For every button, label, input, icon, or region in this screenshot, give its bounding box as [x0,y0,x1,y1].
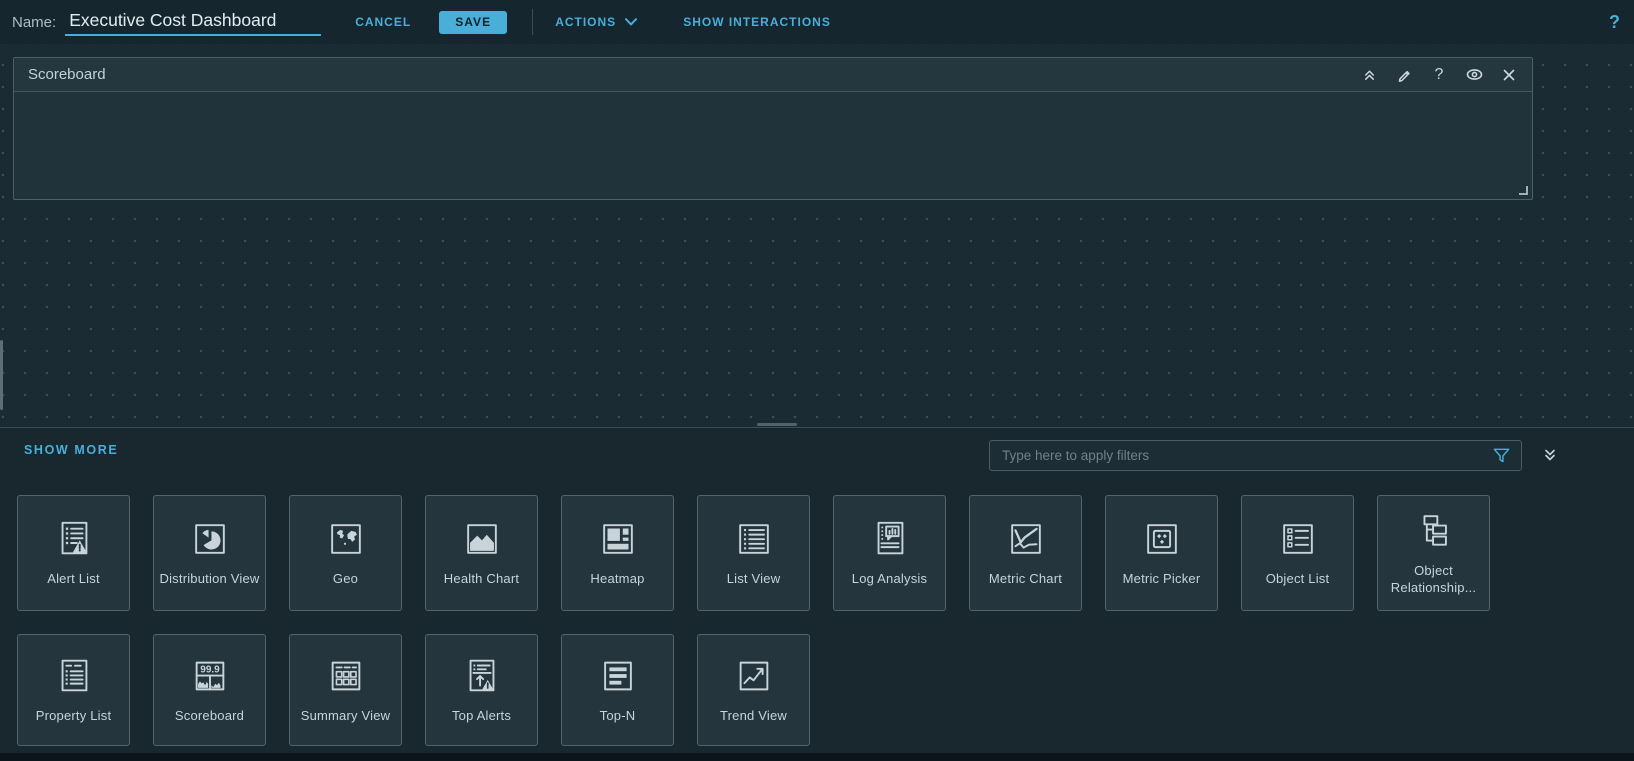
svg-text:99.9: 99.9 [200,665,220,676]
palette-widget-distribution-view[interactable]: Distribution View [153,495,266,611]
widget-palette-grid: Alert List Distribution View Geo Health … [17,495,1490,746]
object-list-icon [1277,518,1319,560]
palette-widget-label: List View [726,571,781,587]
palette-widget-metric-picker[interactable]: Metric Picker [1105,495,1218,611]
top-n-icon [597,655,639,697]
close-icon[interactable] [1500,66,1518,84]
palette-widget-label: Log Analysis [851,571,928,587]
heatmap-icon [597,518,639,560]
left-scrollbar-thumb[interactable] [0,340,3,410]
chevron-down-icon [625,18,638,26]
palette-widget-label: Trend View [719,708,788,724]
filter-input[interactable] [990,448,1492,463]
log-analysis-icon [869,518,911,560]
palette-widget-list-view[interactable]: List View [697,495,810,611]
app-help-icon[interactable]: ? [1609,12,1620,33]
palette-widget-summary-view[interactable]: Summary View [289,634,402,746]
object-relationship-icon [1413,510,1455,552]
show-interactions-button[interactable]: SHOW INTERACTIONS [683,15,831,29]
actions-label: ACTIONS [555,15,617,29]
metric-picker-icon [1141,518,1183,560]
palette-widget-label: Geo [332,571,359,587]
dashboard-name-input[interactable] [65,8,322,36]
palette-widget-label: Property List [35,708,112,724]
collapse-panel-icon[interactable] [1542,447,1558,463]
palette-widget-alert-list[interactable]: Alert List [17,495,130,611]
save-button[interactable]: SAVE [439,10,508,34]
palette-widget-label: Metric Picker [1122,571,1201,587]
editor-toolbar: Name: CANCEL SAVE ACTIONS SHOW INTERACTI… [0,0,1634,44]
palette-widget-property-list[interactable]: Property List [17,634,130,746]
scoreboard-icon: 99.9 [189,655,231,697]
health-chart-icon [461,518,503,560]
palette-widget-label: Top Alerts [451,708,512,724]
widget-palette-panel: SHOW MORE Alert List Distribution View G… [0,427,1634,761]
palette-widget-top-alerts[interactable]: Top Alerts [425,634,538,746]
metric-chart-icon [1005,518,1047,560]
help-icon[interactable]: ? [1430,66,1448,84]
filter-funnel-icon[interactable] [1492,446,1511,465]
property-list-icon [53,655,95,697]
list-view-icon [733,518,775,560]
palette-widget-log-analysis[interactable]: Log Analysis [833,495,946,611]
collapse-up-icon[interactable] [1360,66,1378,84]
palette-widget-label: Top-N [599,708,636,724]
widget-title: Scoreboard [28,66,106,83]
scoreboard-widget[interactable]: Scoreboard ? [13,57,1533,200]
palette-widget-label: Object Relationship... [1390,562,1477,595]
show-more-button[interactable]: SHOW MORE [24,443,118,457]
palette-widget-label: Summary View [300,708,391,724]
palette-widget-trend-view[interactable]: Trend View [697,634,810,746]
toolbar-divider [532,9,534,35]
palette-filter [989,440,1522,471]
palette-widget-health-chart[interactable]: Health Chart [425,495,538,611]
trend-view-icon [733,655,775,697]
palette-widget-label: Health Chart [443,571,520,587]
distribution-view-icon [189,518,231,560]
palette-widget-top-n[interactable]: Top-N [561,634,674,746]
palette-widget-geo[interactable]: Geo [289,495,402,611]
widget-resize-handle[interactable] [1519,186,1528,195]
palette-widget-label: Object List [1265,571,1330,587]
dashboard-canvas[interactable]: Scoreboard ? [0,44,1634,427]
summary-view-icon [325,655,367,697]
dashboard-editor: Name: CANCEL SAVE ACTIONS SHOW INTERACTI… [0,0,1634,761]
bottom-edge [0,753,1634,761]
palette-widget-label: Alert List [47,571,100,587]
edit-icon[interactable] [1395,66,1413,84]
cancel-button[interactable]: CANCEL [355,15,411,29]
palette-widget-label: Scoreboard [174,708,245,724]
palette-widget-metric-chart[interactable]: Metric Chart [969,495,1082,611]
alert-list-icon [53,518,95,560]
palette-widget-heatmap[interactable]: Heatmap [561,495,674,611]
palette-widget-label: Heatmap [590,571,645,587]
scoreboard-widget-header[interactable]: Scoreboard ? [14,58,1532,92]
name-label: Name: [12,13,57,31]
palette-widget-label: Metric Chart [988,571,1063,587]
palette-widget-object-list[interactable]: Object List [1241,495,1354,611]
show-hide-icon[interactable] [1465,66,1483,84]
actions-menu-button[interactable]: ACTIONS [555,15,638,29]
canvas-splitter-handle[interactable] [757,423,797,426]
palette-widget-scoreboard[interactable]: 99.9 Scoreboard [153,634,266,746]
top-alerts-icon [461,655,503,697]
palette-widget-label: Distribution View [159,571,260,587]
palette-widget-object-relationship[interactable]: Object Relationship... [1377,495,1490,611]
geo-icon [325,518,367,560]
widget-toolbar: ? [1360,66,1518,84]
